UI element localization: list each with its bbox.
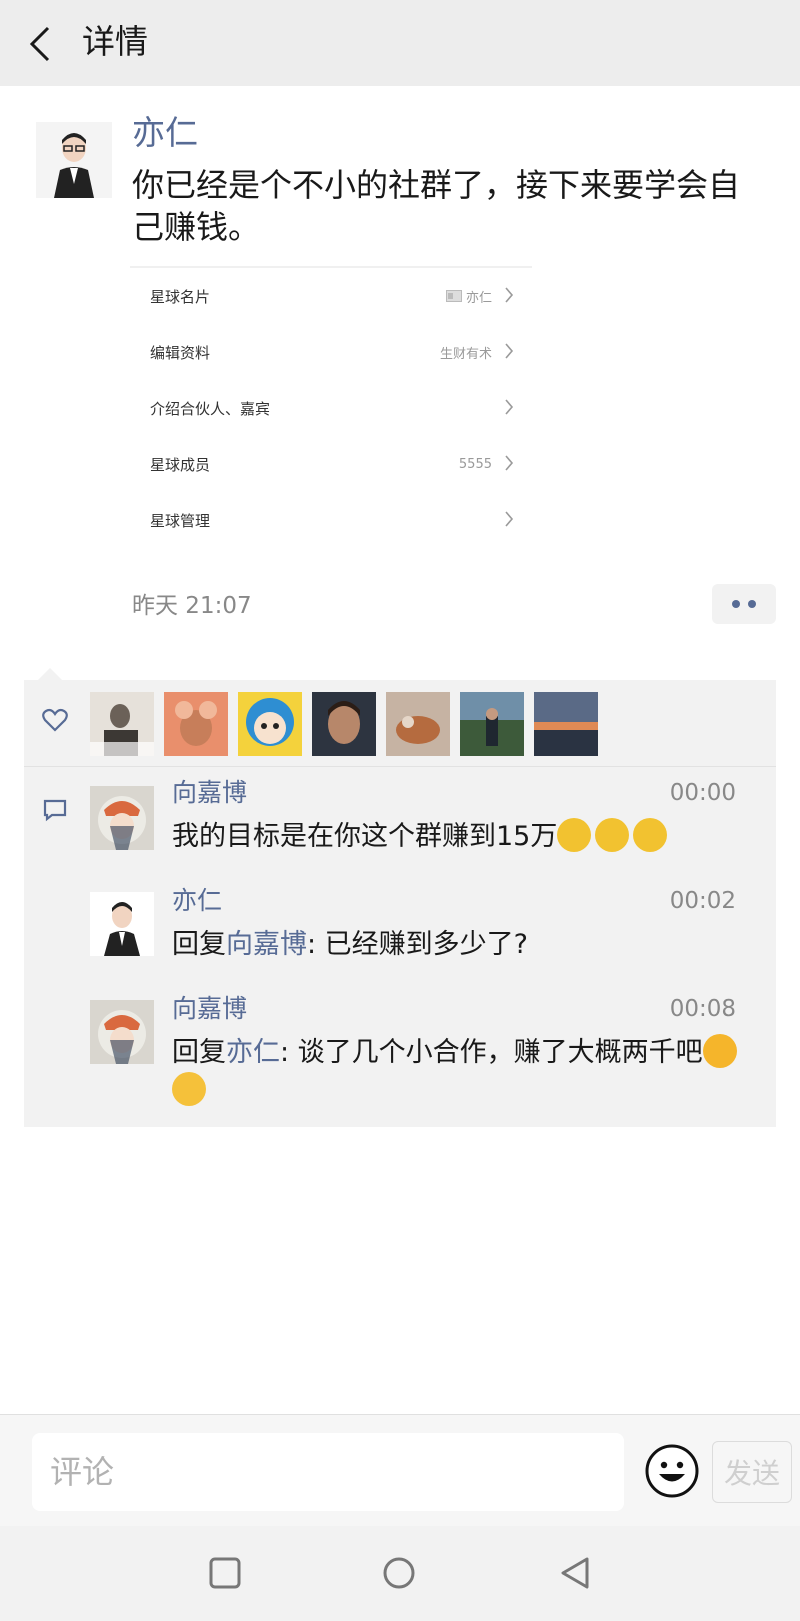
emoji-icon	[595, 818, 630, 852]
like-avatar[interactable]	[460, 692, 524, 756]
like-avatar[interactable]	[164, 692, 228, 756]
comment-text: 我的目标是在你这个群赚到15万	[172, 818, 752, 856]
emoji-icon	[633, 818, 668, 852]
commenter-avatar[interactable]	[90, 1000, 154, 1064]
screenshot-row: 编辑资料 生财有术	[130, 324, 532, 380]
emoji-icon	[557, 818, 592, 852]
chevron-right-icon	[505, 399, 514, 415]
dot-icon	[748, 600, 756, 608]
reply-prefix: 回复	[172, 929, 226, 960]
screenshot-row-label: 编辑资料	[150, 343, 211, 362]
screenshot-row-label: 星球成员	[150, 455, 211, 474]
comment-text: 回复向嘉博: 已经赚到多少了?	[172, 926, 752, 964]
commenter-avatar[interactable]	[90, 892, 154, 956]
emoji-icon	[702, 1034, 737, 1068]
author-avatar[interactable]	[36, 122, 112, 198]
heart-icon	[42, 708, 68, 732]
commenter-avatar[interactable]	[90, 786, 154, 850]
id-card-icon	[445, 290, 462, 302]
recent-apps-icon[interactable]	[208, 1556, 242, 1590]
like-avatar[interactable]	[90, 692, 154, 756]
back-button[interactable]	[18, 22, 62, 66]
comment-icon	[43, 799, 67, 822]
chevron-right-icon	[505, 287, 514, 303]
like-avatar[interactable]	[534, 692, 598, 756]
reply-prefix: 回复	[172, 1037, 226, 1068]
chevron-right-icon	[505, 343, 514, 359]
screenshot-row-label: 介绍合伙人、嘉宾	[150, 399, 271, 418]
header-bar: 详情	[0, 0, 800, 86]
screenshot-row-value: 亦仁	[445, 287, 492, 306]
comment-body: : 谈了几个小合作，赚了大概两千吧	[280, 1037, 703, 1068]
interaction-panel: 向嘉博 00:00 我的目标是在你这个群赚到15万 亦仁 00:02 回复向嘉博…	[24, 680, 776, 1127]
chevron-right-icon	[505, 455, 514, 471]
emoji-face-icon[interactable]	[644, 1443, 700, 1499]
screenshot-row: 介绍合伙人、嘉宾	[130, 380, 532, 436]
back-triangle-icon[interactable]	[558, 1556, 592, 1590]
post-time: 昨天 21:07	[132, 593, 252, 619]
more-actions-button[interactable]	[712, 584, 776, 624]
comment-input[interactable]	[32, 1433, 624, 1511]
screenshot-row-value-text: 亦仁	[465, 290, 492, 306]
send-button[interactable]: 发送	[712, 1441, 792, 1503]
commenter-name[interactable]: 向嘉博	[172, 776, 247, 810]
dot-icon	[732, 600, 740, 608]
like-avatar[interactable]	[312, 692, 376, 756]
screenshot-row: 星球管理	[130, 492, 532, 548]
like-avatar[interactable]	[238, 692, 302, 756]
comment-bar: 发送	[0, 1414, 800, 1527]
home-icon[interactable]	[382, 1556, 416, 1590]
post-author-name[interactable]: 亦仁	[132, 110, 198, 156]
commenter-name[interactable]: 亦仁	[172, 884, 222, 918]
reply-to-name[interactable]: 向嘉博	[226, 929, 307, 960]
chevron-right-icon	[505, 511, 514, 527]
screenshot-row-value: 5555	[458, 456, 492, 472]
comment-time: 00:08	[669, 996, 736, 1022]
like-avatar[interactable]	[386, 692, 450, 756]
comment-body: 我的目标是在你这个群赚到15万	[172, 821, 558, 852]
likes-row	[24, 680, 776, 767]
emoji-icon	[172, 1072, 206, 1106]
post-image[interactable]: 星球名片 亦仁 编辑资料 生财有术 介绍合伙人、嘉宾 星球成员 5555 星球管…	[130, 266, 532, 556]
screenshot-row: 星球成员 5555	[130, 436, 532, 492]
comment-time: 00:00	[669, 780, 736, 806]
screenshot-row-value: 生财有术	[439, 346, 492, 362]
reply-to-name[interactable]: 亦仁	[226, 1037, 280, 1068]
person-avatar-icon	[36, 122, 112, 198]
comment-time: 00:02	[669, 888, 736, 914]
chevron-left-icon	[29, 26, 50, 62]
page-title: 详情	[82, 22, 148, 61]
comment-body: : 已经赚到多少了?	[307, 929, 529, 960]
comment-text: 回复亦仁: 谈了几个小合作，赚了大概两千吧	[172, 1034, 752, 1110]
post-content: 你已经是个不小的社群了，接下来要学会自己赚钱。	[132, 166, 741, 246]
screenshot-row-label: 星球管理	[150, 511, 211, 530]
screenshot-row-label: 星球名片	[150, 287, 211, 306]
commenter-name[interactable]: 向嘉博	[172, 992, 247, 1026]
screenshot-row: 星球名片 亦仁	[130, 268, 532, 324]
system-nav-bar	[0, 1526, 800, 1621]
